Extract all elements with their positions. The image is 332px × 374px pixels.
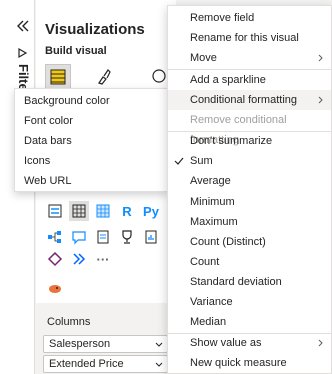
- menu-item-icons[interactable]: Icons: [15, 151, 168, 171]
- more-visuals-icon[interactable]: ···: [93, 249, 113, 269]
- viz-icon-row: [45, 227, 161, 247]
- menu-item-background-color[interactable]: Background color: [15, 91, 168, 111]
- menu-item-remove-conditional-formatting: Remove conditional formatting: [190, 114, 287, 146]
- paintbrush-icon: [98, 69, 111, 85]
- collapse-pane-icon[interactable]: [15, 18, 31, 34]
- format-visual-button[interactable]: [91, 64, 117, 90]
- menu-item-show-value-as[interactable]: Show value as: [168, 333, 331, 353]
- slicer-icon[interactable]: [45, 201, 65, 221]
- r-visual-icon[interactable]: R: [117, 201, 137, 221]
- table-icon[interactable]: [69, 201, 89, 221]
- power-automate-icon[interactable]: [69, 249, 89, 269]
- conditional-formatting-submenu: Background color Font color Data bars Ic…: [14, 88, 169, 192]
- checkmark-icon: [174, 157, 184, 165]
- filter-icon: [18, 47, 28, 59]
- field-well-label: Salesperson: [49, 338, 111, 350]
- menu-item-move[interactable]: Move: [168, 48, 331, 68]
- field-well-extended-price[interactable]: Extended Price: [43, 355, 168, 373]
- columns-label: Columns: [47, 316, 91, 328]
- pane-title: Visualizations: [45, 21, 145, 38]
- menu-item-count[interactable]: Count: [168, 252, 331, 272]
- viz-icon-row: ···: [45, 249, 113, 269]
- chevron-right-icon: [318, 96, 323, 104]
- power-apps-icon[interactable]: [45, 249, 65, 269]
- field-well-label: Extended Price: [49, 358, 124, 370]
- menu-item-standard-deviation[interactable]: Standard deviation: [168, 272, 331, 292]
- build-visual-label: Build visual: [45, 45, 107, 57]
- field-well-salesperson[interactable]: Salesperson: [43, 335, 168, 353]
- magnifier-chart-icon: [152, 69, 166, 83]
- menu-item-count-distinct[interactable]: Count (Distinct): [168, 232, 331, 252]
- python-visual-icon[interactable]: Py: [141, 201, 161, 221]
- narrative-icon[interactable]: [93, 227, 113, 247]
- field-context-menu: Remove field Rename for this visual Move…: [167, 5, 332, 374]
- custom-visual-fish-icon[interactable]: [45, 279, 65, 299]
- qa-icon[interactable]: [69, 227, 89, 247]
- chevron-right-icon: [318, 54, 323, 62]
- menu-item-dont-summarize[interactable]: Don't summarize: [168, 131, 331, 151]
- chevron-down-icon[interactable]: [155, 361, 163, 369]
- menu-item-web-url[interactable]: Web URL: [15, 171, 168, 191]
- paginated-report-icon[interactable]: [141, 227, 161, 247]
- menu-item-new-quick-measure[interactable]: New quick measure: [168, 353, 331, 373]
- menu-item-maximum[interactable]: Maximum: [168, 212, 331, 232]
- menu-item-minimum[interactable]: Minimum: [168, 192, 331, 212]
- decomposition-tree-icon[interactable]: [45, 227, 65, 247]
- matrix-icon[interactable]: [93, 201, 113, 221]
- menu-item-add-sparkline[interactable]: Add a sparkline: [168, 70, 331, 90]
- menu-item-average[interactable]: Average: [168, 171, 331, 191]
- menu-item-sum[interactable]: Sum: [168, 151, 331, 171]
- viz-icon-row: R Py: [45, 201, 161, 221]
- menu-item-font-color[interactable]: Font color: [15, 111, 168, 131]
- menu-item-conditional-formatting[interactable]: Conditional formatting: [168, 90, 331, 110]
- chevron-down-icon[interactable]: [155, 341, 163, 349]
- menu-item-variance[interactable]: Variance: [168, 292, 331, 312]
- viz-icon-row: [45, 279, 65, 299]
- field-wells-section: Columns Salesperson Extended Price: [36, 303, 176, 374]
- filters-label[interactable]: Filte: [16, 64, 31, 91]
- menu-item-rename[interactable]: Rename for this visual: [168, 28, 331, 48]
- menu-item-median[interactable]: Median: [168, 312, 331, 332]
- build-visual-button[interactable]: [45, 64, 71, 90]
- chevron-right-icon: [318, 339, 323, 347]
- menu-item-remove-field[interactable]: Remove field: [168, 8, 331, 28]
- menu-item-data-bars[interactable]: Data bars: [15, 131, 168, 151]
- goals-trophy-icon[interactable]: [117, 227, 137, 247]
- table-grid-icon: [50, 69, 66, 85]
